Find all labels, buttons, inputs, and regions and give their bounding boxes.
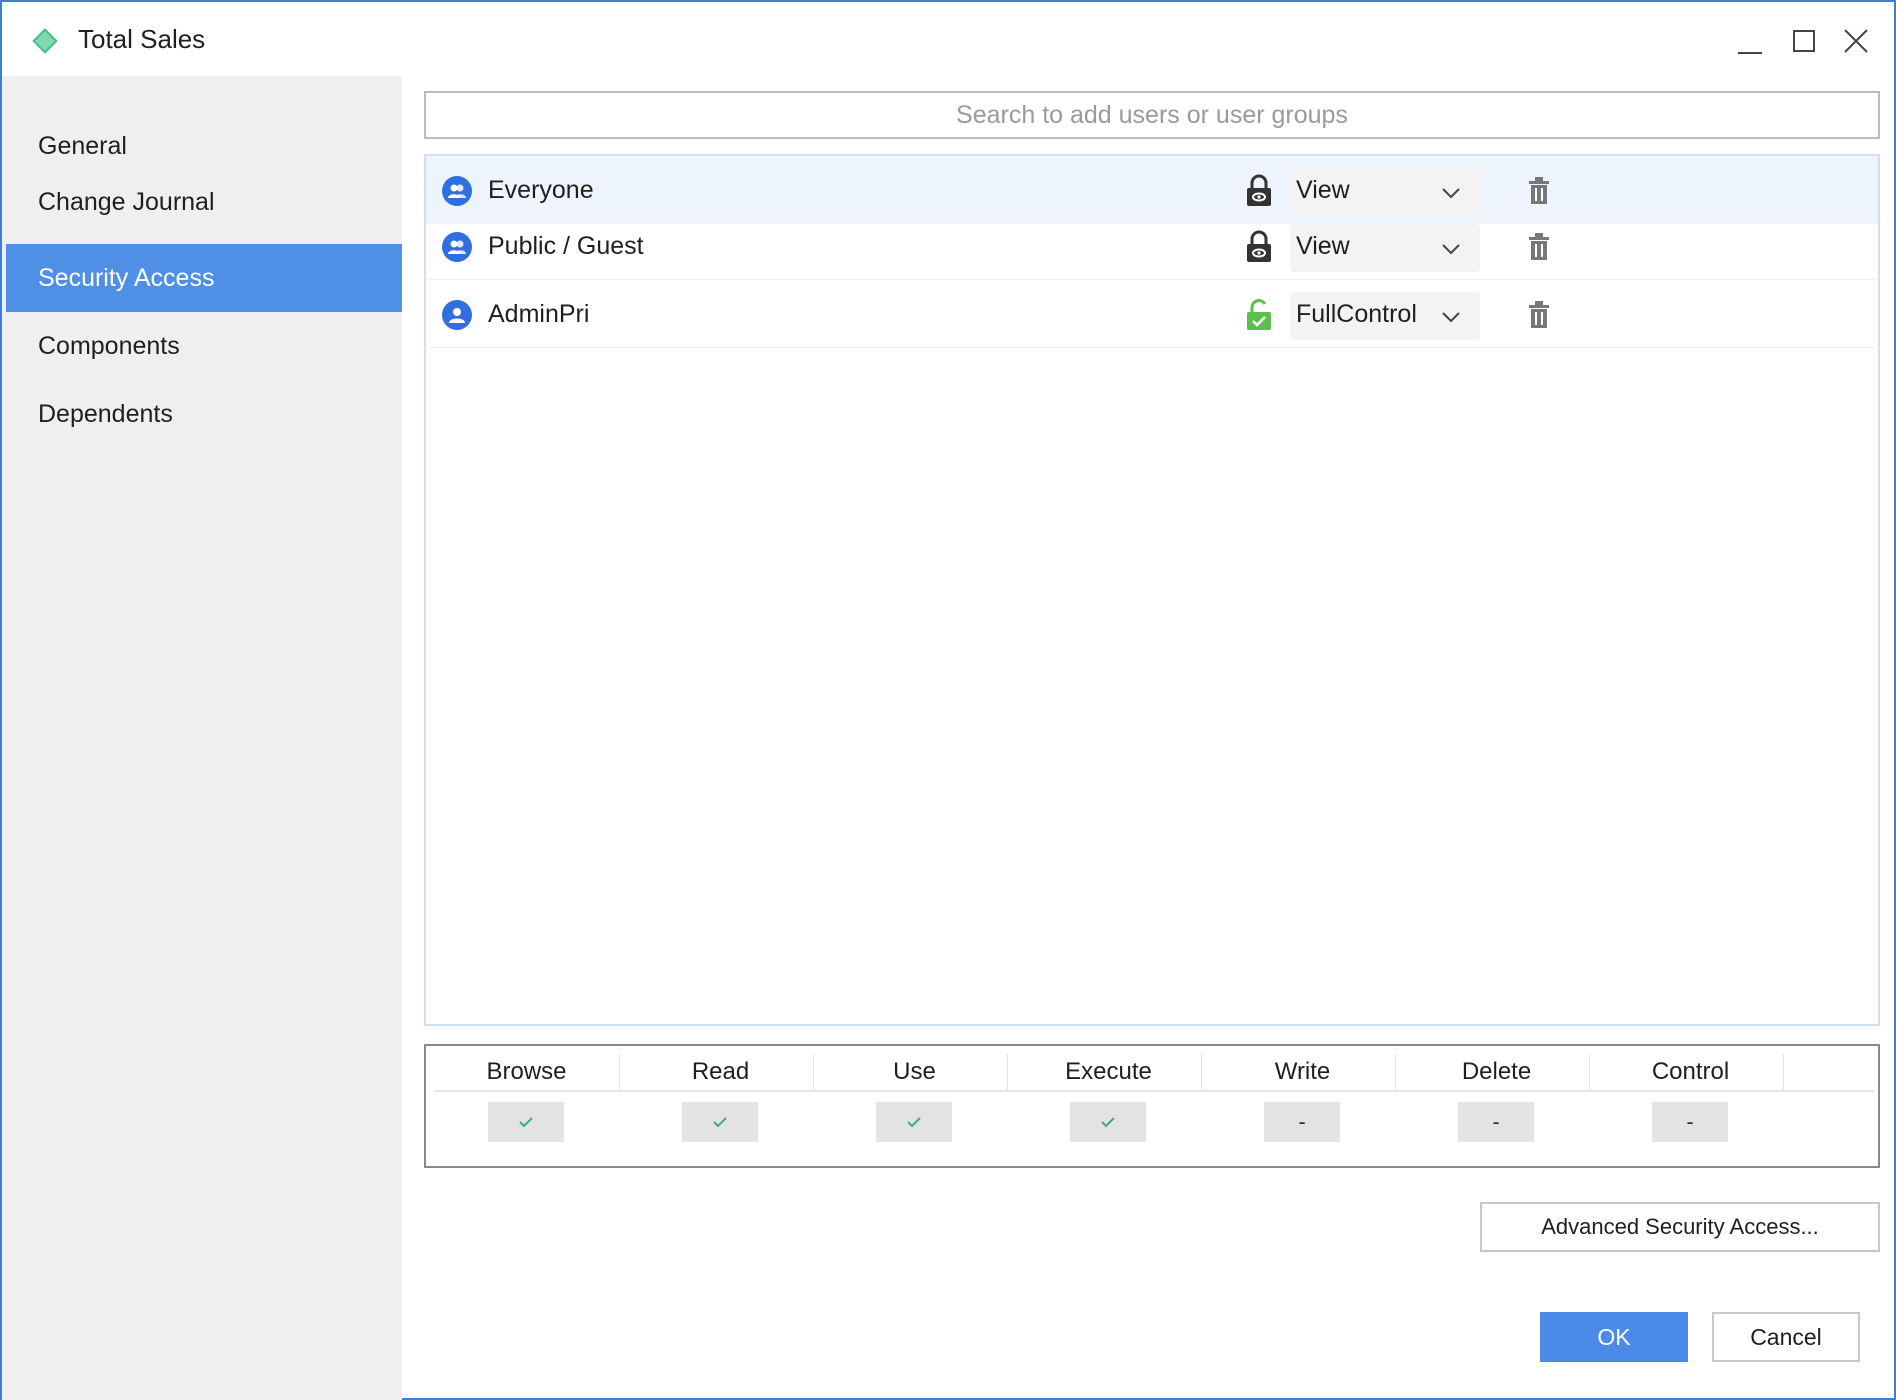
user-name: Everyone	[488, 176, 594, 204]
permission-dropdown[interactable]: View	[1290, 168, 1480, 216]
permission-column-control: Control -	[1590, 1046, 1784, 1166]
sidebar: General Change Journal Security Access C…	[2, 76, 402, 1400]
permission-column-execute: Execute	[1008, 1046, 1202, 1166]
minimize-icon	[1738, 52, 1762, 54]
chevron-down-icon	[1442, 188, 1460, 199]
permission-value: View	[1296, 176, 1350, 204]
cancel-button[interactable]: Cancel	[1712, 1312, 1860, 1362]
minimize-button[interactable]	[1726, 20, 1774, 62]
sidebar-item-security-access[interactable]: Security Access	[6, 244, 402, 312]
permission-cell	[488, 1102, 564, 1142]
sidebar-item-dependents[interactable]: Dependents	[6, 380, 402, 448]
window-title: Total Sales	[78, 24, 206, 54]
lock-icon[interactable]	[1244, 230, 1274, 264]
maximize-icon	[1793, 30, 1815, 52]
trash-icon[interactable]	[1526, 232, 1552, 262]
trash-icon[interactable]	[1526, 300, 1552, 330]
sidebar-item-label: Change Journal	[38, 187, 215, 216]
close-icon	[1844, 29, 1868, 53]
sidebar-item-label: Components	[38, 331, 180, 360]
permission-dropdown[interactable]: FullControl	[1290, 292, 1480, 340]
sidebar-item-change-journal[interactable]: Change Journal	[6, 168, 402, 236]
permission-cell	[876, 1102, 952, 1142]
check-icon	[1101, 1117, 1115, 1128]
permission-header: Delete	[1404, 1054, 1590, 1090]
sidebar-item-label: General	[38, 131, 127, 160]
permission-column-read: Read	[620, 1046, 814, 1166]
close-button[interactable]	[1832, 20, 1880, 62]
permission-value: FullControl	[1296, 300, 1417, 328]
user-list: Everyone View Public / Guest View AdminP…	[424, 154, 1880, 1026]
permission-column-write: Write -	[1202, 1046, 1396, 1166]
permission-cell: -	[1652, 1102, 1728, 1142]
permission-header: Read	[628, 1054, 814, 1090]
user-row-public-guest[interactable]: Public / Guest View	[426, 212, 1878, 280]
user-row-adminpri[interactable]: AdminPri FullControl	[426, 280, 1878, 348]
title-bar: Total Sales	[2, 2, 1894, 76]
permission-value: View	[1296, 232, 1350, 260]
user-name: Public / Guest	[488, 232, 644, 260]
chevron-down-icon	[1442, 312, 1460, 323]
user-group-icon	[442, 176, 472, 206]
permission-column-use: Use	[814, 1046, 1008, 1166]
permission-cell	[682, 1102, 758, 1142]
chevron-down-icon	[1442, 244, 1460, 255]
permission-header: Execute	[1016, 1054, 1202, 1090]
permission-header: Browse	[434, 1054, 620, 1090]
permission-cell: -	[1264, 1102, 1340, 1142]
sidebar-item-components[interactable]: Components	[6, 312, 402, 380]
lock-icon[interactable]	[1244, 174, 1274, 208]
permission-cell: -	[1458, 1102, 1534, 1142]
check-icon	[907, 1117, 921, 1128]
permission-header: Control	[1598, 1054, 1784, 1090]
user-group-icon	[442, 232, 472, 262]
check-icon	[713, 1117, 727, 1128]
permission-column-browse: Browse	[426, 1046, 620, 1166]
trash-icon[interactable]	[1526, 176, 1552, 206]
permission-dropdown[interactable]: View	[1290, 224, 1480, 272]
permission-header: Use	[822, 1054, 1008, 1090]
maximize-button[interactable]	[1780, 20, 1828, 62]
sidebar-item-label: Dependents	[38, 399, 173, 428]
user-name: AdminPri	[488, 300, 590, 328]
permissions-grid: Browse Read Use Execute Write - Delete -…	[424, 1044, 1880, 1168]
check-icon	[519, 1117, 533, 1128]
permission-header: Write	[1210, 1054, 1396, 1090]
unlocked-icon[interactable]	[1244, 298, 1274, 332]
permission-column-delete: Delete -	[1396, 1046, 1590, 1166]
permission-cell	[1070, 1102, 1146, 1142]
sidebar-item-label: Security Access	[38, 263, 215, 292]
user-icon	[442, 300, 472, 330]
dialog-window: Total Sales General Change Journal Secur…	[0, 0, 1896, 1400]
ok-button[interactable]: OK	[1540, 1312, 1688, 1362]
diamond-icon	[32, 28, 58, 54]
search-input[interactable]	[424, 91, 1880, 139]
advanced-security-access-button[interactable]: Advanced Security Access...	[1480, 1202, 1880, 1252]
